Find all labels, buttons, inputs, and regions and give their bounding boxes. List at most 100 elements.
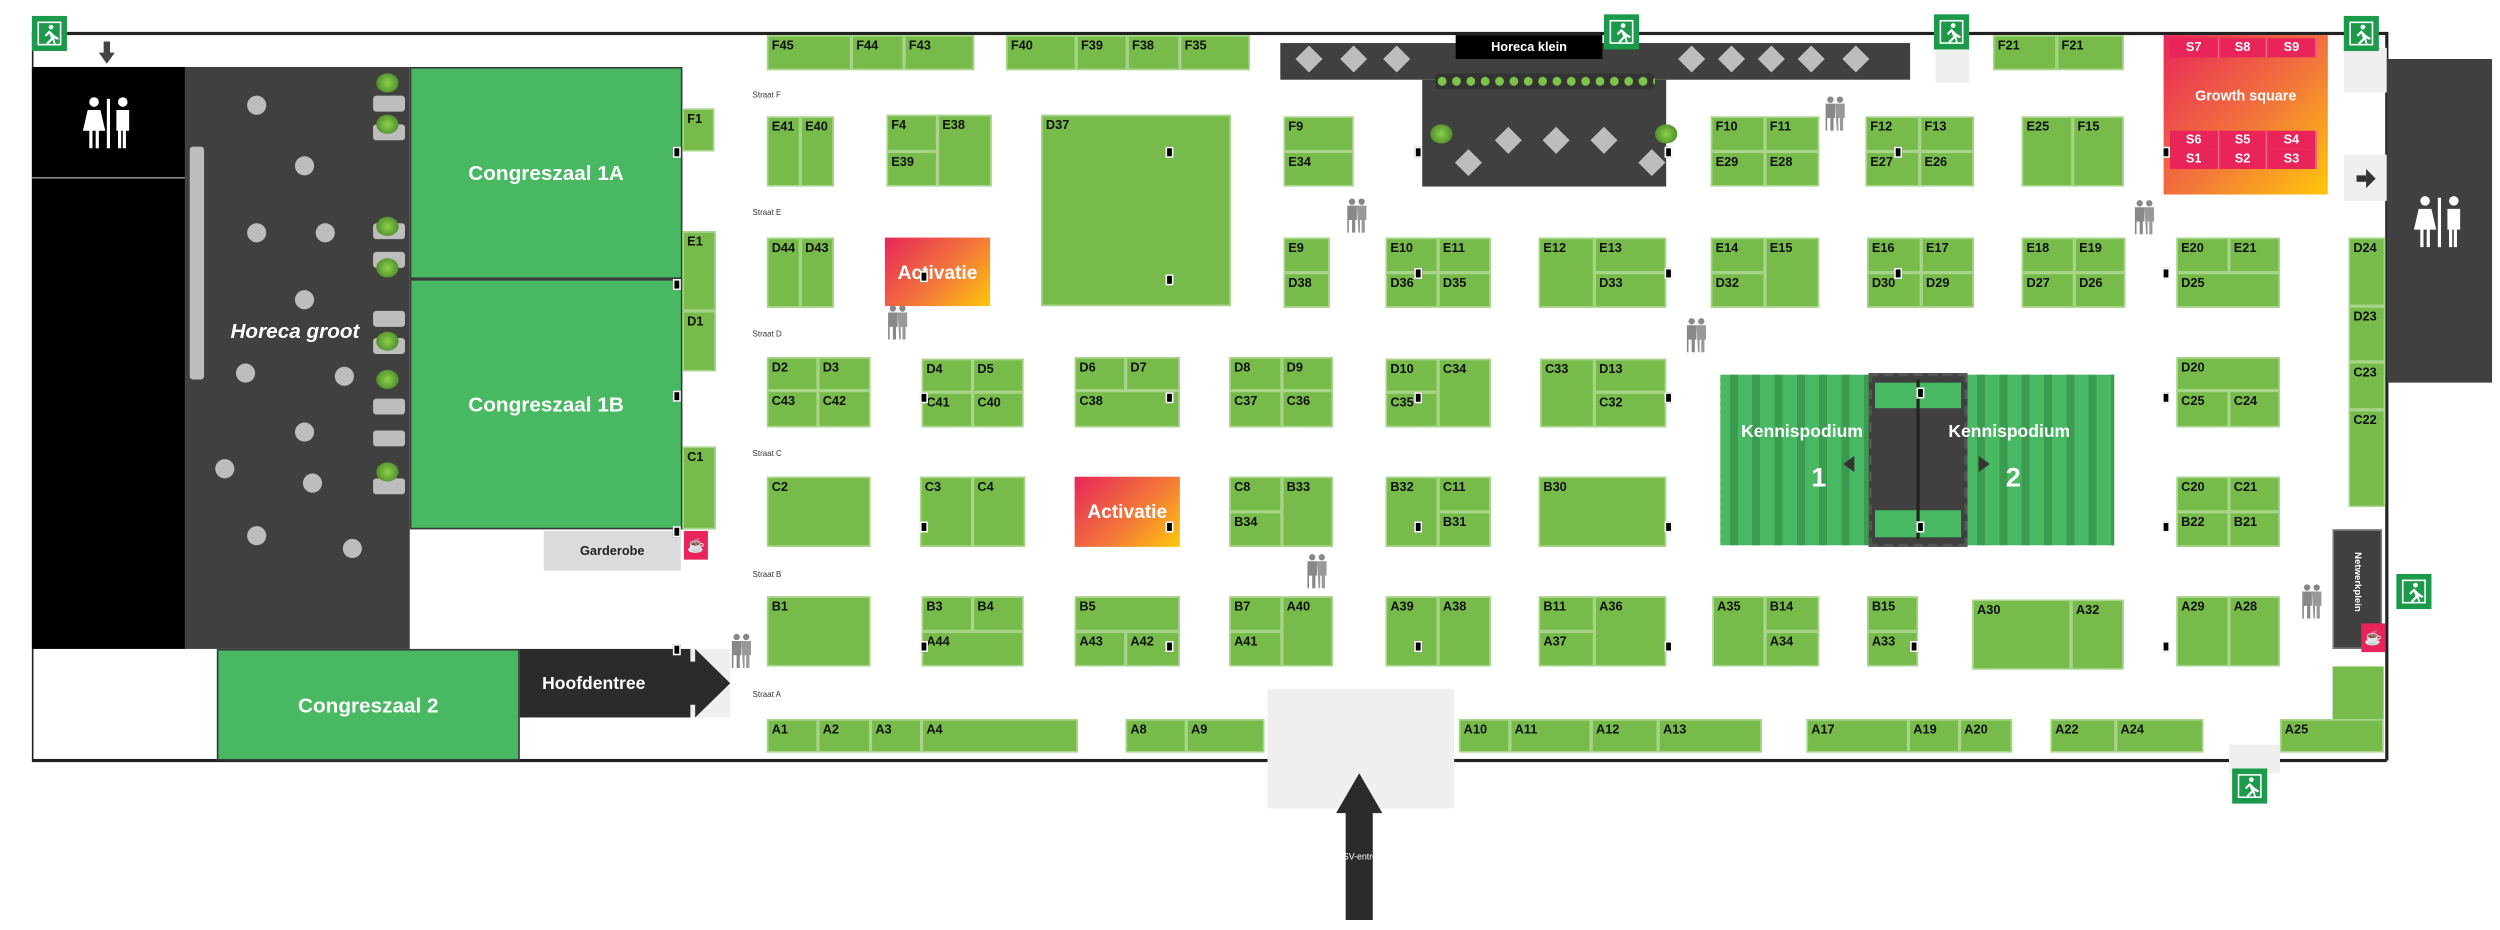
booth-b3[interactable]: B3 [921, 596, 973, 632]
booth-a32[interactable]: A32 [2071, 599, 2124, 670]
seat-s4[interactable]: S4 [2268, 130, 2317, 150]
booth-b1[interactable]: B1 [766, 596, 871, 667]
booth-a25-extension[interactable] [2332, 666, 2384, 721]
restroom-right[interactable] [2386, 58, 2493, 383]
booth-d25[interactable]: D25 [2176, 272, 2280, 308]
horeca-klein-area-lower[interactable] [1422, 79, 1667, 187]
booth-c41[interactable]: C41 [921, 392, 973, 428]
booth-a41[interactable]: A41 [1229, 631, 1282, 667]
booth-c20[interactable]: C20 [2176, 476, 2229, 512]
booth-a19[interactable]: A19 [1908, 719, 1960, 753]
booth-d8[interactable]: D8 [1229, 357, 1282, 391]
booth-f43[interactable]: F43 [904, 35, 975, 71]
booth-d7[interactable]: D7 [1125, 357, 1180, 391]
booth-a13[interactable]: A13 [1658, 719, 1762, 753]
booth-b31[interactable]: B31 [1438, 511, 1491, 547]
nsv-entree[interactable] [1336, 773, 1383, 920]
booth-c21[interactable]: C21 [2228, 476, 2280, 512]
booth-c23[interactable]: C23 [2348, 361, 2386, 410]
booth-a36[interactable]: A36 [1594, 596, 1667, 667]
seat-s7[interactable]: S7 [2170, 38, 2219, 58]
booth-a39[interactable]: A39 [1385, 596, 1439, 667]
booth-d35[interactable]: D35 [1438, 272, 1491, 308]
booth-c42[interactable]: C42 [817, 390, 871, 428]
booth-e25[interactable]: E25 [2021, 116, 2073, 187]
hoofdentree[interactable]: Hoofdentree [519, 648, 691, 718]
booth-c43[interactable]: C43 [766, 390, 818, 428]
booth-c25[interactable]: C25 [2176, 390, 2229, 428]
booth-c2[interactable]: C2 [766, 476, 871, 547]
booth-e12[interactable]: E12 [1538, 237, 1595, 308]
congreszaal-2[interactable]: Congreszaal 2 [216, 648, 520, 761]
booth-a10[interactable]: A10 [1458, 719, 1510, 753]
booth-f4[interactable]: F4 [886, 114, 938, 152]
booth-f39[interactable]: F39 [1076, 35, 1128, 71]
booth-a37[interactable]: A37 [1538, 631, 1595, 667]
booth-d9[interactable]: D9 [1281, 357, 1333, 391]
booth-a9[interactable]: A9 [1186, 719, 1265, 753]
booth-f15[interactable]: F15 [2072, 116, 2124, 187]
booth-b15[interactable]: B15 [1867, 596, 1919, 632]
booth-b5[interactable]: B5 [1074, 596, 1180, 632]
booth-d6[interactable]: D6 [1074, 357, 1126, 391]
booth-a12[interactable]: A12 [1591, 719, 1659, 753]
booth-a24[interactable]: A24 [2115, 719, 2204, 753]
booth-a4[interactable]: A4 [921, 719, 1078, 753]
booth-a29[interactable]: A29 [2176, 596, 2229, 667]
booth-c11[interactable]: C11 [1438, 476, 1491, 512]
booth-b34[interactable]: B34 [1229, 511, 1282, 547]
booth-c1[interactable]: C1 [682, 446, 716, 530]
booth-e18[interactable]: E18 [2021, 237, 2075, 273]
booth-d3[interactable]: D3 [817, 357, 871, 391]
booth-c40[interactable]: C40 [972, 392, 1024, 428]
booth-a44[interactable]: A44 [921, 631, 1024, 667]
booth-f21[interactable]: F21 [1993, 35, 2057, 71]
booth-d33[interactable]: D33 [1594, 272, 1667, 308]
booth-c3[interactable]: C3 [919, 476, 973, 547]
seat-s5[interactable]: S5 [2219, 130, 2268, 150]
growth-square[interactable] [2163, 35, 2328, 195]
booth-e40[interactable]: E40 [800, 116, 834, 187]
booth-f21[interactable]: F21 [2056, 35, 2124, 71]
booth-f9[interactable]: F9 [1283, 116, 1354, 152]
booth-c36[interactable]: C36 [1281, 390, 1333, 428]
booth-e17[interactable]: E17 [1921, 237, 1974, 273]
booth-e28[interactable]: E28 [1765, 151, 1820, 187]
booth-b22[interactable]: B22 [2176, 511, 2229, 547]
booth-d27[interactable]: D27 [2021, 272, 2075, 308]
booth-b32[interactable]: B32 [1385, 476, 1439, 547]
booth-b11[interactable]: B11 [1538, 596, 1595, 632]
booth-f1[interactable]: F1 [682, 108, 715, 152]
booth-b30[interactable]: B30 [1538, 476, 1667, 547]
booth-c38[interactable]: C38 [1074, 390, 1180, 428]
booth-f38[interactable]: F38 [1127, 35, 1180, 71]
booth-f10[interactable]: F10 [1710, 116, 1766, 152]
booth-a30[interactable]: A30 [1972, 599, 2072, 670]
booth-e21[interactable]: E21 [2228, 237, 2280, 273]
booth-a35[interactable]: A35 [1712, 596, 1766, 667]
booth-e29[interactable]: E29 [1710, 151, 1766, 187]
booth-c8[interactable]: C8 [1229, 476, 1282, 512]
seat-s1[interactable]: S1 [2170, 149, 2219, 170]
booth-f35[interactable]: F35 [1179, 35, 1251, 71]
booth-f13[interactable]: F13 [1919, 116, 1974, 152]
booth-f12[interactable]: F12 [1865, 116, 1920, 152]
seat-s3[interactable]: S3 [2268, 149, 2317, 170]
booth-a38[interactable]: A38 [1438, 596, 1491, 667]
booth-d2[interactable]: D2 [766, 357, 818, 391]
booth-e34[interactable]: E34 [1283, 151, 1354, 187]
booth-e20[interactable]: E20 [2176, 237, 2229, 273]
booth-e41[interactable]: E41 [766, 116, 801, 187]
booth-d32[interactable]: D32 [1710, 272, 1766, 308]
booth-d23[interactable]: D23 [2348, 306, 2386, 362]
booth-a1[interactable]: A1 [766, 719, 818, 753]
booth-a8[interactable]: A8 [1125, 719, 1187, 753]
booth-e38[interactable]: E38 [937, 114, 992, 187]
booth-d43[interactable]: D43 [800, 237, 834, 308]
booth-e26[interactable]: E26 [1919, 151, 1974, 187]
booth-c4[interactable]: C4 [972, 476, 1026, 547]
booth-c32[interactable]: C32 [1594, 392, 1667, 428]
booth-e39[interactable]: E39 [886, 151, 938, 187]
booth-a40[interactable]: A40 [1281, 596, 1333, 667]
horeca-groot-area[interactable] [184, 66, 410, 649]
